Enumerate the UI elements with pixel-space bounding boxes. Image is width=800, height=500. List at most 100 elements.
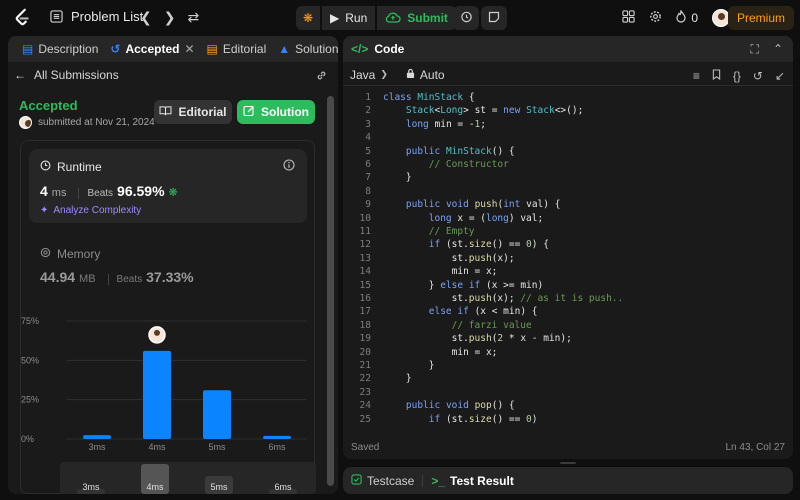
format-icon[interactable]: ≡	[693, 69, 700, 83]
code-line[interactable]: 4	[343, 132, 793, 145]
solution-button[interactable]: Solution	[237, 100, 315, 124]
bookmark-icon[interactable]	[712, 69, 721, 83]
tab-solutions[interactable]: ▲ Solutions	[272, 42, 338, 56]
code-line[interactable]: 6 // Constructor	[343, 159, 793, 172]
runtime-box[interactable]: Runtime 4 ms Beats 96.59% ❋ ✦ Analyze Co…	[29, 149, 307, 223]
code-line[interactable]: 19 st.push(2 * x - min);	[343, 333, 793, 346]
info-icon[interactable]	[283, 159, 295, 174]
bar[interactable]	[83, 435, 111, 439]
memory-header[interactable]: Memory	[40, 247, 100, 261]
code-text: public void push(int val) {	[405, 199, 561, 211]
maximize-icon[interactable]: ⛶	[751, 42, 759, 57]
tab-description[interactable]: ▤ Description	[16, 42, 104, 56]
edit-icon	[243, 105, 255, 120]
code-text: class MinStack {	[383, 92, 475, 103]
analyze-complexity-link[interactable]: ✦ Analyze Complexity	[40, 205, 141, 216]
bar[interactable]	[203, 390, 231, 439]
editorial-button-label: Editorial	[178, 105, 227, 119]
document-icon: ▤	[22, 42, 34, 56]
arrow-left-icon: ←	[14, 68, 26, 82]
chevron-up-icon[interactable]: ⌃	[773, 42, 783, 57]
reset-icon[interactable]: ↺	[753, 69, 763, 83]
chevron-right-icon[interactable]: ❯	[164, 9, 176, 26]
tab-test-result[interactable]: >_ Test Result	[431, 474, 513, 488]
code-line[interactable]: 10 long x = (long) val;	[343, 213, 793, 226]
code-line[interactable]: 5 public MinStack() {	[343, 146, 793, 159]
history-icon: ↺	[110, 42, 121, 56]
code-line[interactable]: 20 min = x;	[343, 347, 793, 360]
timer-button[interactable]	[453, 6, 479, 30]
solution-button-label: Solution	[261, 105, 309, 119]
panel-resize-handle[interactable]	[560, 462, 576, 464]
code-editor[interactable]: 1 class MinStack {2 Stack<Long> st = new …	[343, 92, 793, 432]
code-line[interactable]: 7 }	[343, 172, 793, 185]
premium-button[interactable]: Premium	[727, 6, 794, 30]
submitted-at: submitted at Nov 21, 2024	[38, 117, 155, 128]
tab-testcase[interactable]: Testcase	[351, 474, 414, 488]
minimize-icon[interactable]: ↙	[775, 69, 785, 83]
range-slider[interactable]: 3ms 4ms 5ms 6ms	[60, 462, 316, 494]
chevron-left-icon[interactable]: ❮	[140, 9, 152, 26]
bar[interactable]	[143, 350, 171, 439]
slider-label: 5ms	[210, 482, 228, 492]
shuffle-icon[interactable]: ⇄	[187, 9, 199, 26]
streak-counter[interactable]: 0	[676, 9, 698, 26]
code-line[interactable]: 14 min = x;	[343, 266, 793, 279]
code-text: if (st.size() == 0)	[428, 413, 538, 425]
code-line[interactable]: 24 public void pop() {	[343, 400, 793, 413]
code-line[interactable]: 9 public void push(int val) {	[343, 199, 793, 212]
code-panel: </> Code ⛶ ⌃ Java ❯ Auto ≡ {} ↺ ↙ 1 class…	[343, 36, 793, 459]
share-link-icon[interactable]	[315, 69, 328, 85]
code-line[interactable]: 12 if (st.size() == 0) {	[343, 239, 793, 252]
left-panel-scrollbar[interactable]	[327, 96, 334, 486]
code-text: long min = -1;	[405, 118, 487, 130]
leetcode-logo-icon[interactable]	[12, 7, 34, 29]
notes-button[interactable]	[481, 6, 507, 30]
code-line[interactable]: 25 if (st.size() == 0)	[343, 414, 793, 427]
x-tick-label: 3ms	[88, 442, 106, 451]
code-line[interactable]: 1 class MinStack {	[343, 92, 793, 105]
autocomplete-mode[interactable]: Auto	[406, 68, 445, 82]
tab-divider	[422, 474, 424, 487]
memory-beats-label: Beats	[107, 274, 142, 285]
bug-icon: ❋	[302, 11, 314, 25]
slider-label: 6ms	[274, 482, 292, 492]
y-tick-label: 75%	[21, 316, 39, 326]
problem-list-button[interactable]: Problem List	[50, 9, 143, 24]
code-line[interactable]: 3 long min = -1;	[343, 119, 793, 132]
y-tick-label: 25%	[21, 395, 39, 405]
left-tabs: ▤ Description ↺ Accepted ✕ ▤ Editorial ▲…	[8, 36, 338, 62]
lock-icon	[406, 68, 415, 82]
editorial-button[interactable]: Editorial	[154, 100, 232, 124]
run-button[interactable]: ▶ Run	[322, 6, 376, 30]
code-line[interactable]: 22 }	[343, 373, 793, 386]
code-text: // Empty	[428, 226, 475, 237]
code-line[interactable]: 17 else if (x < min) {	[343, 306, 793, 319]
tab-accepted[interactable]: ↺ Accepted ✕	[104, 42, 200, 56]
topbar-right: 0	[622, 9, 730, 27]
all-submissions-link[interactable]: ← All Submissions	[14, 68, 119, 82]
code-line[interactable]: 16 st.push(x); // as it is push..	[343, 293, 793, 306]
code-line[interactable]: 2 Stack<Long> st = new Stack<>();	[343, 105, 793, 118]
console-tabs: Testcase >_ Test Result	[343, 467, 793, 494]
code-line[interactable]: 8	[343, 186, 793, 199]
sparkle-icon: ✦	[40, 205, 49, 216]
code-line[interactable]: 15 } else if (x >= min)	[343, 280, 793, 293]
layout-grid-icon[interactable]	[622, 10, 635, 26]
tab-editorial[interactable]: ▤ Editorial	[201, 42, 273, 56]
braces-icon[interactable]: {}	[733, 69, 741, 83]
memory-beats: 37.33%	[146, 269, 194, 285]
code-header: </> Code	[343, 36, 793, 62]
code-line[interactable]: 18 // farzi value	[343, 320, 793, 333]
alarm-clock-icon	[460, 10, 473, 26]
code-line[interactable]: 13 st.push(x);	[343, 253, 793, 266]
gear-icon[interactable]	[649, 10, 662, 26]
close-icon[interactable]: ✕	[184, 42, 194, 56]
bar[interactable]	[263, 435, 291, 439]
debug-button[interactable]: ❋	[296, 6, 320, 30]
submit-button[interactable]: Submit	[377, 6, 456, 30]
code-line[interactable]: 23	[343, 387, 793, 400]
code-line[interactable]: 21 }	[343, 360, 793, 373]
code-line[interactable]: 11 // Empty	[343, 226, 793, 239]
language-select[interactable]: Java ❯	[350, 68, 388, 82]
